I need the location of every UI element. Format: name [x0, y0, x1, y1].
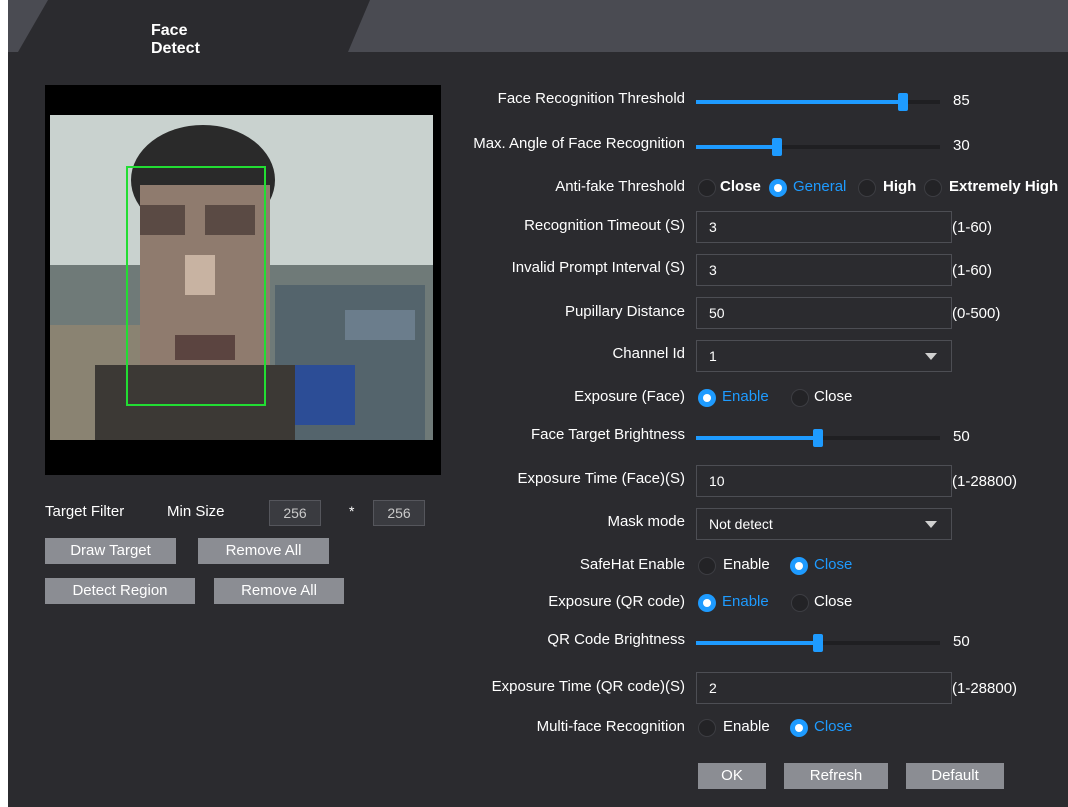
detect-region-button[interactable]: Detect Region — [45, 578, 195, 604]
invalid-prompt-label: Invalid Prompt Interval (S) — [511, 259, 685, 276]
ok-button[interactable]: OK — [698, 763, 766, 789]
radio-close-label[interactable]: Close — [814, 388, 852, 405]
target-filter-label: Target Filter — [45, 503, 125, 520]
radio-enable-label[interactable]: Enable — [723, 556, 770, 573]
radio-extremely-high-label[interactable]: Extremely High — [949, 178, 1058, 195]
radio-extremely-high[interactable] — [924, 179, 942, 197]
slider-thumb[interactable] — [813, 634, 823, 652]
radio-enable[interactable] — [698, 557, 716, 575]
multi-face-label: Multi-face Recognition — [536, 718, 685, 735]
remove-all-target-button[interactable]: Remove All — [198, 538, 329, 564]
channel-id-label: Channel Id — [612, 345, 685, 362]
min-size-height-input[interactable]: 256 — [373, 500, 425, 526]
min-size-label: Min Size — [167, 503, 225, 520]
qr-brightness-slider[interactable] — [696, 634, 940, 652]
radio-high[interactable] — [858, 179, 876, 197]
anti-fake-label: Anti-fake Threshold — [555, 178, 685, 195]
exposure-time-face-label: Exposure Time (Face)(S) — [517, 470, 685, 487]
radio-close-label[interactable]: Close — [720, 178, 761, 195]
chevron-down-icon — [925, 521, 937, 528]
radio-enable-label[interactable]: Enable — [722, 388, 769, 405]
radio-general-label[interactable]: General — [793, 178, 846, 195]
radio-close-label[interactable]: Close — [814, 556, 852, 573]
recognition-timeout-range: (1-60) — [952, 219, 993, 236]
face-brightness-slider[interactable] — [696, 429, 940, 447]
radio-close[interactable] — [791, 389, 809, 407]
radio-close[interactable] — [791, 594, 809, 612]
exposure-time-face-range: (1-28800) — [952, 473, 1018, 490]
radio-close-label[interactable]: Close — [814, 718, 852, 735]
remove-all-region-button[interactable]: Remove All — [214, 578, 344, 604]
max-angle-label: Max. Angle of Face Recognition — [473, 135, 685, 152]
exposure-time-qr-input[interactable]: 2 — [696, 672, 952, 704]
exposure-time-qr-label: Exposure Time (QR code)(S) — [491, 678, 685, 695]
pupillary-range: (0-500) — [952, 305, 1001, 322]
qr-brightness-value: 50 — [953, 633, 970, 650]
face-brightness-label: Face Target Brightness — [531, 426, 685, 443]
slider-fill — [696, 436, 818, 440]
pupillary-label: Pupillary Distance — [564, 303, 685, 320]
default-button[interactable]: Default — [906, 763, 1004, 789]
face-threshold-value: 85 — [953, 92, 970, 109]
radio-close-label[interactable]: Close — [814, 593, 852, 610]
size-separator: * — [349, 503, 355, 519]
mask-mode-select[interactable]: Not detect — [696, 508, 952, 540]
radio-close[interactable] — [790, 719, 808, 737]
radio-close[interactable] — [790, 557, 808, 575]
slider-thumb[interactable] — [898, 93, 908, 111]
preview-image — [45, 85, 441, 475]
slider-fill — [696, 145, 777, 149]
radio-enable-label[interactable]: Enable — [722, 593, 769, 610]
exposure-face-label: Exposure (Face) — [574, 388, 685, 405]
radio-general[interactable] — [769, 179, 787, 197]
channel-id-select[interactable]: 1 — [696, 340, 952, 372]
exposure-time-face-input[interactable]: 10 — [696, 465, 952, 497]
slider-fill — [696, 100, 903, 104]
invalid-prompt-range: (1-60) — [952, 262, 993, 279]
mask-mode-value: Not detect — [709, 516, 773, 532]
exposure-time-qr-range: (1-28800) — [952, 680, 1018, 697]
safehat-label: SafeHat Enable — [579, 556, 685, 573]
radio-high-label[interactable]: High — [883, 178, 916, 195]
face-threshold-label: Face Recognition Threshold — [497, 90, 685, 107]
invalid-prompt-input[interactable]: 3 — [696, 254, 952, 286]
channel-id-value: 1 — [709, 348, 717, 364]
refresh-button[interactable]: Refresh — [784, 763, 888, 789]
radio-close[interactable] — [698, 179, 716, 197]
radio-enable-label[interactable]: Enable — [723, 718, 770, 735]
draw-target-button[interactable]: Draw Target — [45, 538, 176, 564]
tab-bar: Face Detect — [8, 0, 1068, 57]
radio-enable[interactable] — [698, 719, 716, 737]
recognition-timeout-label: Recognition Timeout (S) — [524, 217, 685, 234]
slider-fill — [696, 641, 818, 645]
recognition-timeout-input[interactable]: 3 — [696, 211, 952, 243]
pupillary-input[interactable]: 50 — [696, 297, 952, 329]
slider-thumb[interactable] — [772, 138, 782, 156]
face-brightness-value: 50 — [953, 428, 970, 445]
radio-enable[interactable] — [698, 389, 716, 407]
chevron-down-icon — [925, 353, 937, 360]
min-size-width-input[interactable]: 256 — [269, 500, 321, 526]
exposure-qr-label: Exposure (QR code) — [548, 593, 685, 610]
radio-enable[interactable] — [698, 594, 716, 612]
camera-preview[interactable] — [45, 85, 441, 475]
tab-face-detect-label: Face Detect — [151, 22, 200, 57]
face-detect-panel: Face Detect Target Filter Min Size 256 * — [8, 0, 1068, 807]
slider-thumb[interactable] — [813, 429, 823, 447]
max-angle-slider[interactable] — [696, 138, 940, 156]
max-angle-value: 30 — [953, 137, 970, 154]
face-threshold-slider[interactable] — [696, 93, 940, 111]
qr-brightness-label: QR Code Brightness — [547, 631, 685, 648]
mask-mode-label: Mask mode — [607, 513, 685, 530]
